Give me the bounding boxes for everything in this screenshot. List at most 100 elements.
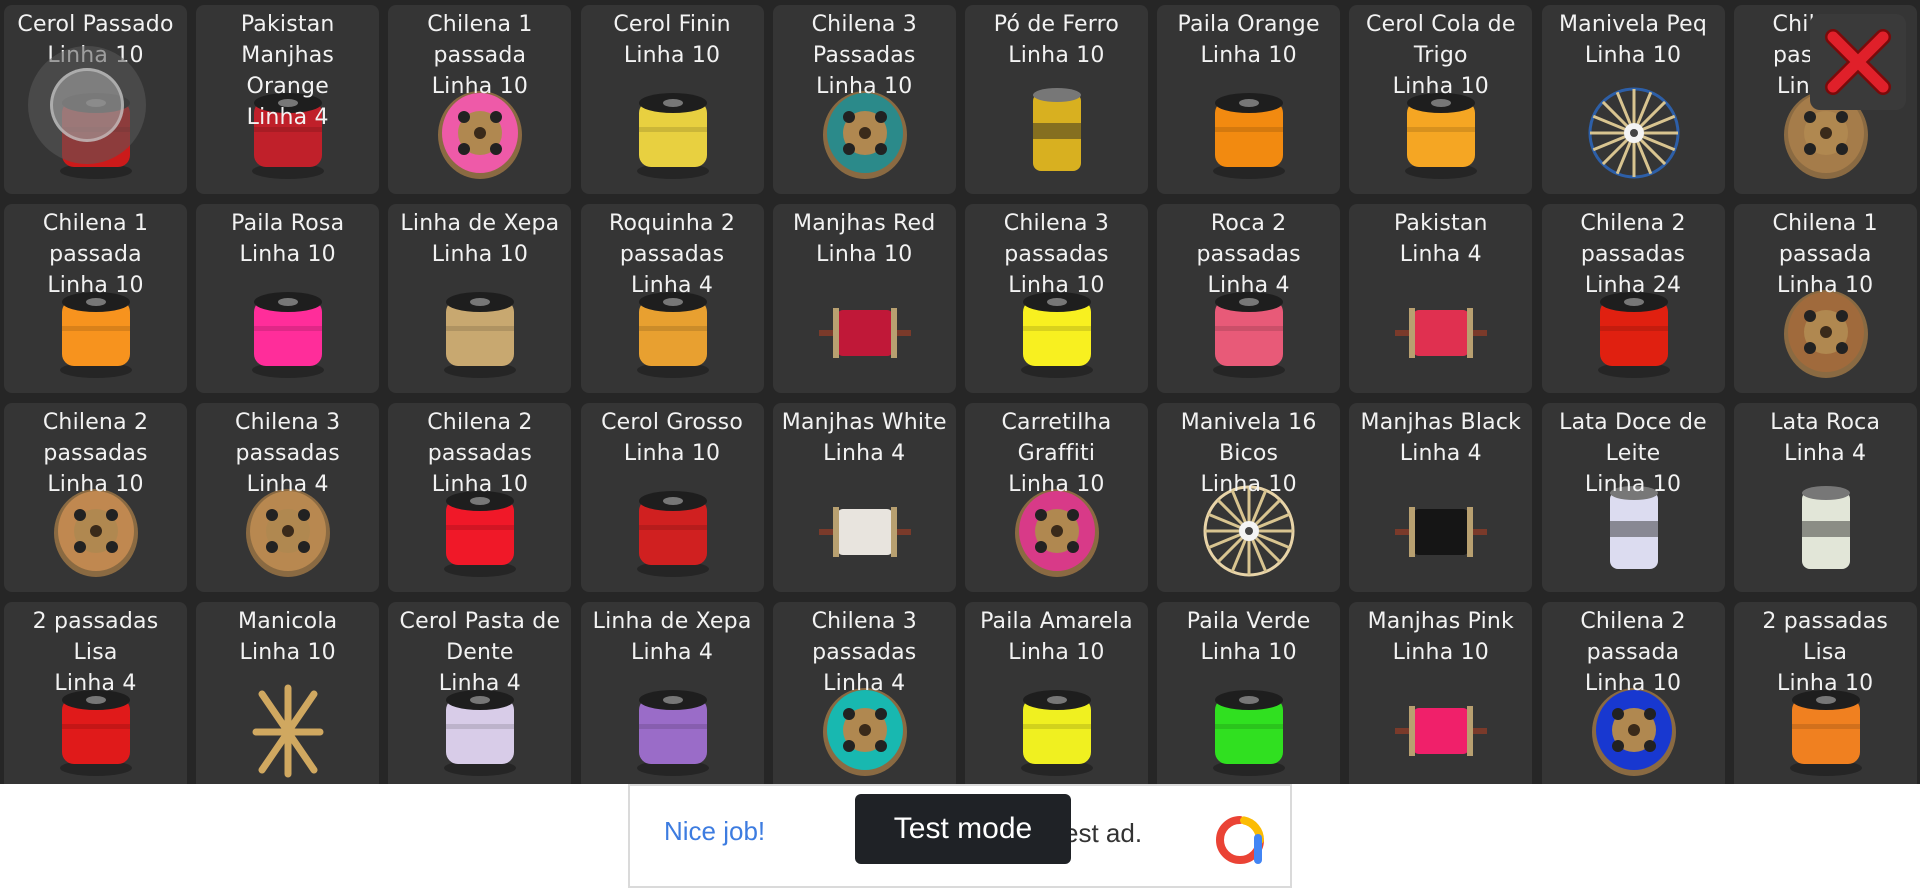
line-card-label: Chilena 1 passada Linha 10 [427,12,533,99]
line-card-label: Cerol Finin Linha 10 [613,12,731,68]
line-card[interactable]: Roca 2 passadas Linha 4 [1157,204,1341,393]
line-card[interactable]: Chilena 2 passadas Linha 10 [388,403,572,592]
stick-spool-icon [818,308,911,358]
line-card[interactable]: Cerol Cola de Trigo Linha 10 [1349,5,1533,194]
line-card-label: Paila Rosa Linha 10 [231,211,345,267]
spool-icon [252,292,325,378]
frame-icon [252,684,324,778]
line-card[interactable]: Paila Orange Linha 10 [1157,5,1341,194]
line-card[interactable]: Paila Rosa Linha 10 [196,204,380,393]
line-card-label: Linha de Xepa Linha 4 [592,609,752,665]
line-card[interactable]: Manivela Peq Linha 10 [1541,5,1725,194]
spool-icon [636,93,709,179]
ad-banner-area: Nice job! est ad. Test mode [0,784,1920,888]
test-mode-badge: Test mode [855,794,1071,864]
line-card[interactable]: Pakistan Manjhas Orange Linha 4 [196,5,380,194]
line-card-label: Roca 2 passadas Linha 4 [1196,211,1301,298]
line-card-label: Cerol Pasta de Dente Linha 4 [399,609,561,696]
line-card[interactable]: 2 passadas Lisa Linha 4 [4,602,187,784]
line-card[interactable]: Linha de Xepa Linha 10 [388,204,572,393]
line-card-label: Chilena 2 passada Linha 10 [1580,609,1686,696]
line-card[interactable]: Manjhas Red Linha 10 [772,204,956,393]
line-card[interactable]: Chilena 1 passada Linha 10 [388,5,572,194]
can-icon [1032,88,1081,171]
line-card-label: Pakistan Linha 4 [1393,211,1488,267]
line-card[interactable]: Chilena 3 passadas Linha 10 [964,204,1148,393]
line-card-label: Lata Roca Linha 4 [1770,410,1881,466]
line-card[interactable]: Chilena 2 passadas Linha 10 [4,403,187,592]
stick-spool-icon [1395,706,1488,756]
ad-test-text: est ad. [1064,818,1143,848]
line-card-label: Chilena 3 passadas Linha 4 [811,609,917,696]
line-card-label: Linha de Xepa Linha 10 [400,211,560,267]
floating-toggle-button[interactable] [28,46,146,164]
spool-icon [444,292,517,378]
line-card[interactable]: Manicola Linha 10 [196,602,380,784]
close-icon [1825,29,1891,95]
line-card[interactable]: Lata Roca Linha 4 [1733,403,1917,592]
line-card-label: Chilena 2 passadas Linha 10 [42,410,149,497]
line-card[interactable]: Paila Amarela Linha 10 [964,602,1148,784]
line-card[interactable]: Manjhas White Linha 4 [772,403,956,592]
line-card-label: Paila Amarela Linha 10 [980,609,1133,665]
can-icon [1801,486,1850,569]
line-card-label: Manivela 16 Bicos Linha 10 [1180,410,1317,497]
line-card-label: Manicola Linha 10 [238,609,338,665]
line-card-label: Manjhas Red Linha 10 [793,211,936,267]
spool-icon [636,690,709,776]
line-card-label: Cerol Cola de Trigo Linha 10 [1366,12,1516,99]
line-card[interactable]: Paila Verde Linha 10 [1157,602,1341,784]
line-card[interactable]: Chilena 3 passadas Linha 4 [772,602,956,784]
line-card-label: Chilena 3 passadas Linha 4 [235,410,341,497]
line-card[interactable]: Chilena 1 passada Linha 10 [1733,204,1917,393]
line-card[interactable]: Linha de Xepa Linha 4 [580,602,764,784]
line-card[interactable]: Cerol Finin Linha 10 [580,5,764,194]
line-card[interactable]: Carretilha Graffiti Linha 10 [964,403,1148,592]
spool-icon [1213,93,1286,179]
line-card[interactable]: Chilena 2 passada Linha 10 [1541,602,1725,784]
line-card-label: Carretilha Graffiti Linha 10 [1001,410,1112,497]
line-selection-screen: Cerol Passado Linha 10Pakistan Manjhas O… [0,0,1920,784]
line-card-label: Manjhas White Linha 4 [781,410,947,466]
spool-icon [636,491,709,577]
line-card-label: Chilena 2 passadas Linha 24 [1580,211,1686,298]
line-card[interactable]: Chilena 3 passadas Linha 4 [196,403,380,592]
wheel-icon [1588,87,1679,179]
line-card[interactable]: Pakistan Linha 4 [1349,204,1533,393]
line-card-label: Chilena 3 passadas Linha 10 [1003,211,1110,298]
line-card[interactable]: Chilena 2 passadas Linha 24 [1541,204,1725,393]
line-card[interactable]: Cerol Pasta de Dente Linha 4 [388,602,572,784]
admob-logo-icon [1216,816,1264,864]
line-card[interactable]: Cerol Grosso Linha 10 [580,403,764,592]
line-card-label: Cerol Grosso Linha 10 [601,410,743,466]
line-card[interactable]: Chilena 3 Passadas Linha 10 [772,5,956,194]
line-card-label: 2 passadas Lisa Linha 4 [32,609,159,696]
line-card-label: Manivela Peq Linha 10 [1558,12,1708,68]
line-card[interactable]: Pó de Ferro Linha 10 [964,5,1148,194]
stick-spool-icon [1395,507,1488,557]
line-card-label: Manjhas Pink Linha 10 [1367,609,1514,665]
line-card[interactable]: Chilena 1 passada Linha 10 [4,204,187,393]
ad-nice-job-text: Nice job! [664,816,766,846]
line-card[interactable]: Manjhas Black Linha 4 [1349,403,1533,592]
stick-spool-icon [1395,308,1488,358]
stick-spool-icon [818,507,911,557]
test-ad-banner[interactable]: Nice job! est ad. Test mode [628,784,1292,888]
line-card-label: Lata Doce de Leite Linha 10 [1559,410,1707,497]
close-button[interactable] [1810,14,1906,110]
line-card-label: Chilena 2 passadas Linha 10 [427,410,533,497]
line-card-label: Roquinha 2 passadas Linha 4 [608,211,736,298]
line-card-label: Paila Verde Linha 10 [1186,609,1311,665]
line-card-label: 2 passadas Lisa Linha 10 [1762,609,1889,696]
line-card[interactable]: Manivela 16 Bicos Linha 10 [1157,403,1341,592]
line-card-label: Pó de Ferro Linha 10 [993,12,1120,68]
line-grid: Cerol Passado Linha 10Pakistan Manjhas O… [4,5,1917,784]
line-card[interactable]: Lata Doce de Leite Linha 10 [1541,403,1725,592]
line-card-label: Manjhas Black Linha 4 [1360,410,1522,466]
spool-icon [1213,690,1286,776]
line-card[interactable]: 2 passadas Lisa Linha 10 [1733,602,1917,784]
spool-icon [1020,690,1093,776]
line-card[interactable]: Manjhas Pink Linha 10 [1349,602,1533,784]
line-card-label: Pakistan Manjhas Orange Linha 4 [240,12,335,130]
line-card[interactable]: Roquinha 2 passadas Linha 4 [580,204,764,393]
